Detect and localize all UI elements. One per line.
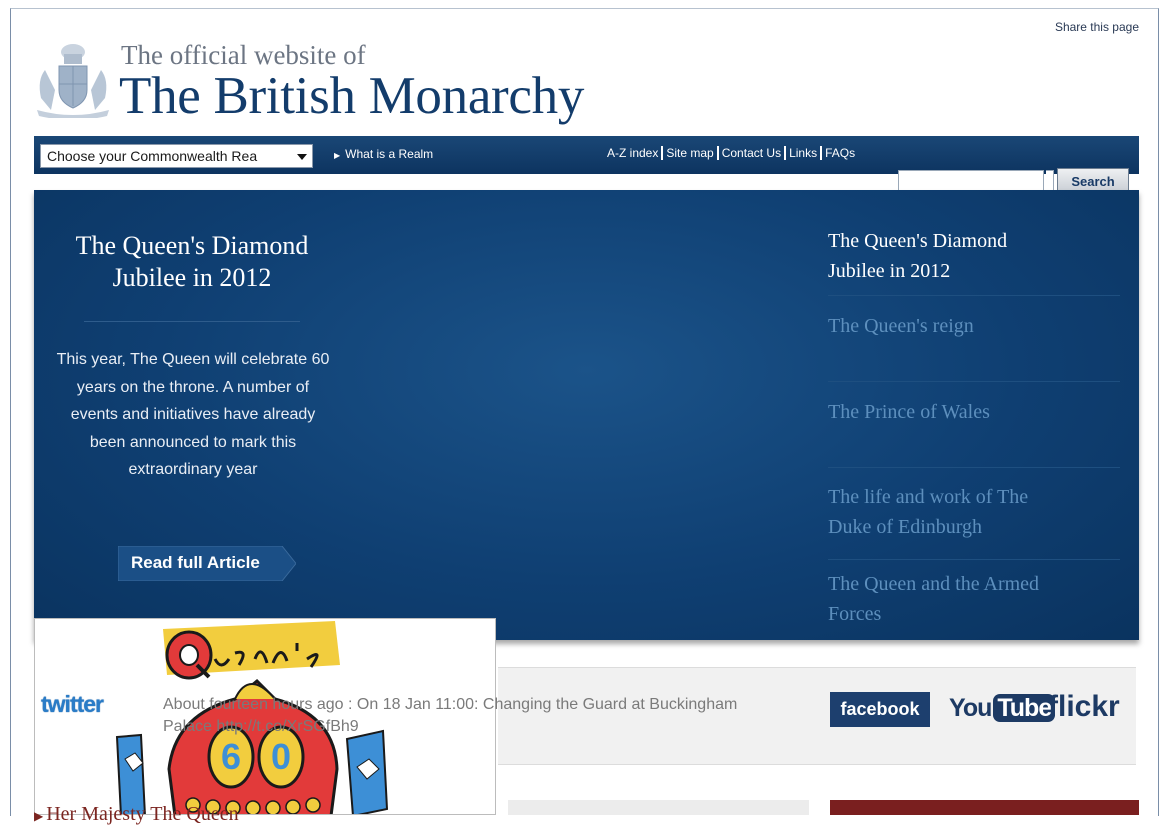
what-is-a-realm-link[interactable]: ▶ What is a Realm	[334, 147, 433, 161]
hero-title-line: The Queen's Diamond	[75, 231, 309, 260]
menu-item-line: The Queen's Diamond	[828, 230, 1008, 252]
menu-item-armed-forces[interactable]: The Queen and the Armed Forces	[828, 569, 1120, 629]
contact-us-link[interactable]: Contact Us	[722, 146, 781, 160]
flickr-logo-link[interactable]: flickr	[1048, 690, 1120, 724]
link-separator	[661, 146, 664, 160]
az-index-link[interactable]: A-Z index	[607, 146, 658, 160]
menu-item-line: Forces	[828, 603, 882, 625]
hero-summary-line: events and initiatives have already	[70, 406, 316, 423]
share-this-page-link[interactable]: Share this page	[1055, 20, 1139, 34]
hero-summary: This year, The Queen will celebrate 60 y…	[40, 346, 346, 484]
link-separator	[820, 146, 823, 160]
hero-title-line: Jubilee in 2012	[112, 263, 272, 292]
menu-divider	[828, 381, 1120, 382]
hero-title[interactable]: The Queen's Diamond Jubilee in 2012	[46, 230, 338, 294]
youtube-logo-link[interactable]: You Tube	[949, 694, 1056, 723]
menu-item-diamond-jubilee[interactable]: The Queen's Diamond Jubilee in 2012	[828, 226, 1120, 286]
facebook-logo-link[interactable]: facebook	[830, 692, 930, 727]
popup-number-6: 6	[221, 736, 241, 777]
menu-divider	[828, 559, 1120, 560]
link-separator	[716, 146, 719, 160]
hero-summary-line: extraordinary year	[128, 461, 258, 478]
logo-title[interactable]: The British Monarchy	[119, 66, 584, 126]
hero-summary-line: This year, The Queen will celebrate 60	[56, 351, 330, 368]
menu-item-line: The Queen and the Armed	[828, 573, 1040, 595]
bottom-middle-panel	[508, 800, 809, 815]
site-map-link[interactable]: Site map	[666, 146, 713, 160]
realm-select-value: Choose your Commonwealth Rea	[47, 148, 258, 164]
hero-summary-line: been announced to mark this	[89, 433, 297, 451]
triangle-right-icon: ▶	[334, 151, 341, 160]
menu-item-line: Jubilee in 2012	[828, 260, 951, 282]
tweet-line: About fourteen hours ago : On 18 Jan 11:…	[163, 696, 738, 713]
popup-number-0: 0	[271, 736, 291, 777]
menu-divider	[828, 295, 1120, 296]
latest-tweet[interactable]: About fourteen hours ago : On 18 Jan 11:…	[163, 694, 803, 738]
tweet-line: Palace http://t.co/XrSGfBh9	[163, 718, 359, 735]
search-input[interactable]	[898, 170, 1044, 192]
search-input-edge	[1046, 170, 1054, 192]
menu-item-line: Duke of Edinburgh	[828, 516, 983, 538]
chevron-down-icon	[297, 154, 307, 160]
links-link[interactable]: Links	[789, 146, 817, 160]
menu-item-line: The life and work of The	[828, 486, 1029, 508]
what-is-a-realm-label: What is a Realm	[345, 147, 434, 161]
bottom-right-panel	[830, 800, 1139, 815]
menu-item-line: The Queen's reign	[828, 315, 974, 337]
menu-item-line: The Prince of Wales	[828, 401, 990, 423]
commonwealth-realm-select[interactable]: Choose your Commonwealth Rea	[40, 144, 313, 168]
faqs-link[interactable]: FAQs	[825, 146, 855, 160]
royal-coat-of-arms-icon[interactable]	[31, 40, 115, 118]
link-separator	[784, 146, 787, 160]
menu-divider	[828, 467, 1120, 468]
hero-summary-line: years on the throne. A number of	[76, 378, 310, 396]
menu-item-prince-of-wales[interactable]: The Prince of Wales	[828, 397, 1120, 427]
menu-item-duke-of-edinburgh[interactable]: The life and work of The Duke of Edinbur…	[828, 482, 1120, 542]
youtube-you: You	[949, 694, 992, 722]
triangle-right-icon: ▶	[34, 809, 47, 823]
menu-item-queens-reign[interactable]: The Queen's reign	[828, 311, 1120, 341]
twitter-logo-link[interactable]: twitter	[41, 691, 104, 718]
utility-links: A-Z index Site map Contact Us Links FAQs	[607, 146, 855, 160]
youtube-tube: Tube	[993, 694, 1056, 722]
read-full-article-label: Read full Article	[131, 553, 260, 572]
hero-divider	[84, 321, 300, 322]
her-majesty-label: Her Majesty The Queen	[46, 803, 239, 825]
